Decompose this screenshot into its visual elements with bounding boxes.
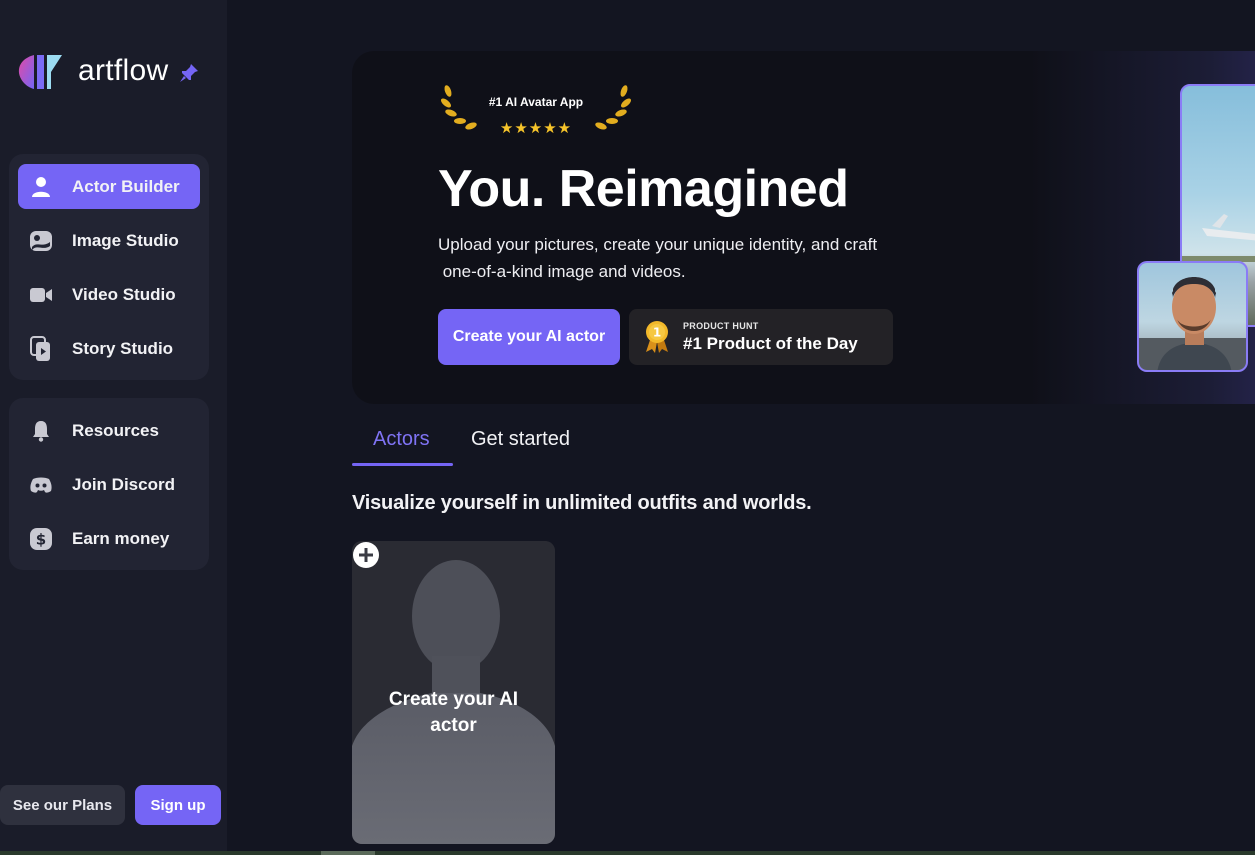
tab-get-started[interactable]: Get started [471, 428, 570, 451]
user-icon [28, 174, 54, 200]
sidebar-item-label: Actor Builder [72, 176, 180, 196]
active-tab-indicator [352, 463, 453, 466]
section-title: Visualize yourself in unlimited outfits … [352, 492, 812, 514]
award-text: #1 AI Avatar App [488, 95, 584, 109]
sidebar-item-label: Image Studio [72, 230, 179, 250]
artflow-logo-icon [18, 55, 62, 89]
primary-nav: Actor Builder Image Studio Video Studio … [9, 154, 209, 380]
sidebar-item-resources[interactable]: Resources [18, 408, 200, 453]
hero-subtitle-line: one-of-a-kind image and videos. [438, 262, 686, 281]
product-hunt-badge[interactable]: 1 PRODUCT HUNT #1 Product of the Day [629, 309, 893, 365]
brand-logo[interactable]: artflow [18, 52, 200, 90]
sign-up-button[interactable]: Sign up [135, 785, 221, 825]
card-label-line: Create your AI [388, 689, 519, 710]
video-camera-icon [28, 282, 54, 308]
card-label-line: actor [430, 715, 477, 736]
see-plans-button[interactable]: See our Plans [0, 785, 125, 825]
product-of-day-label: #1 Product of the Day [683, 333, 858, 353]
sidebar-item-video-studio[interactable]: Video Studio [18, 272, 200, 317]
sidebar-item-earn-money[interactable]: $ Earn money [18, 516, 200, 561]
hero-title: You. Reimagined [438, 160, 849, 218]
dollar-icon: $ [28, 526, 54, 552]
sidebar-item-label: Story Studio [72, 338, 174, 358]
image-icon [28, 228, 54, 254]
sample-photo-portrait [1137, 261, 1248, 372]
sidebar-item-actor-builder[interactable]: Actor Builder [18, 164, 200, 209]
discord-icon [28, 472, 54, 498]
create-ai-actor-button[interactable]: Create your AI actor [438, 309, 620, 365]
hero-subtitle-line: Upload your pictures, create your unique… [438, 235, 878, 254]
sidebar: artflow Actor Builder Image Studio Video… [0, 0, 227, 855]
product-hunt-text: PRODUCT HUNT #1 Product of the Day [683, 321, 858, 354]
hero-banner: #1 AI Avatar App ★★★★★ You. Reimagined U… [352, 51, 1255, 404]
medal-icon: 1 [646, 321, 668, 353]
create-actor-card[interactable]: Create your AI actor [352, 541, 555, 844]
sidebar-item-image-studio[interactable]: Image Studio [18, 218, 200, 263]
create-actor-label: Create your AI actor [352, 687, 555, 739]
story-icon [28, 335, 54, 362]
svg-text:$: $ [36, 530, 46, 548]
sidebar-item-label: Video Studio [72, 284, 176, 304]
secondary-nav: Resources Join Discord $ Earn money [9, 398, 209, 570]
sidebar-item-label: Resources [72, 420, 159, 440]
sidebar-item-story-studio[interactable]: Story Studio [18, 326, 200, 371]
horizontal-scrollbar[interactable] [0, 851, 1255, 855]
plus-circle-icon[interactable] [352, 541, 380, 569]
brand-name: artflow [78, 54, 169, 87]
sidebar-item-label: Earn money [72, 528, 170, 548]
tab-actors[interactable]: Actors [373, 428, 430, 451]
award-badge: #1 AI Avatar App ★★★★★ [438, 81, 634, 141]
pin-icon[interactable] [178, 62, 200, 84]
sidebar-item-join-discord[interactable]: Join Discord [18, 462, 200, 507]
svg-text:1: 1 [653, 326, 661, 340]
product-hunt-label: PRODUCT HUNT [683, 320, 759, 331]
sidebar-item-label: Join Discord [72, 474, 175, 494]
rating-stars: ★★★★★ [499, 120, 573, 137]
scrollbar-thumb[interactable] [321, 851, 375, 855]
hero-subtitle: Upload your pictures, create your unique… [438, 231, 938, 285]
bell-icon [28, 418, 54, 444]
